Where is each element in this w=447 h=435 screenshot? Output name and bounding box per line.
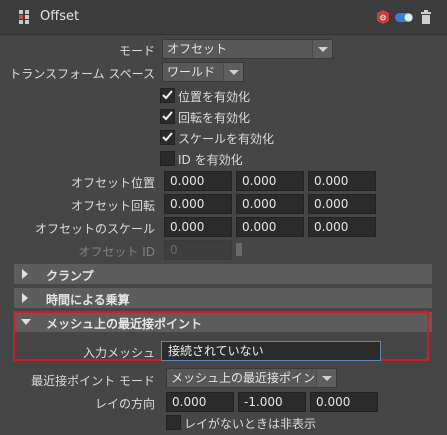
hide-without-ray-checkbox[interactable] bbox=[166, 415, 181, 430]
transform-space-value: ワールド bbox=[167, 65, 216, 79]
ray-direction-z[interactable]: 0.000 bbox=[310, 392, 378, 412]
node-header: Offset ⚙ bbox=[0, 0, 447, 35]
offset-rotation-label: オフセット回転 bbox=[70, 199, 155, 213]
ray-direction-x[interactable]: 0.000 bbox=[166, 392, 234, 412]
enable-id-checkbox[interactable] bbox=[160, 151, 175, 166]
enable-rotation-label: 回転を有効化 bbox=[178, 111, 251, 125]
hide-without-ray-label: レイがないときは非表示 bbox=[184, 417, 317, 431]
chevron-down-icon bbox=[223, 63, 243, 81]
offset-position-z[interactable]: 0.000 bbox=[308, 171, 376, 191]
closest-point-mode-dropdown[interactable]: メッシュ上の最近接ポイント bbox=[166, 368, 337, 388]
trash-icon[interactable] bbox=[418, 9, 434, 25]
mode-label: モード bbox=[118, 44, 155, 58]
toggle-icon[interactable] bbox=[394, 9, 414, 25]
transform-space-dropdown[interactable]: ワールド bbox=[162, 62, 244, 82]
closest-point-mode-label: 最近接ポイント モード bbox=[31, 374, 155, 388]
offset-scale-z[interactable]: 0.000 bbox=[308, 217, 376, 237]
mode-dropdown[interactable]: オフセット bbox=[162, 39, 333, 59]
offset-id-slider[interactable] bbox=[236, 243, 242, 256]
input-mesh-label: 入力メッシュ bbox=[82, 346, 155, 360]
offset-rotation-x[interactable]: 0.000 bbox=[164, 194, 232, 214]
svg-text:⚙: ⚙ bbox=[379, 14, 386, 23]
section-clamp-label: クランプ bbox=[46, 269, 94, 283]
triangle-right-icon bbox=[22, 293, 28, 303]
section-clamp[interactable]: クランプ bbox=[14, 264, 432, 284]
input-mesh-field[interactable]: 接続されていない bbox=[161, 341, 381, 361]
chevron-down-icon bbox=[316, 369, 336, 387]
transform-space-label: トランスフォーム スペース bbox=[9, 67, 155, 81]
offset-id-label: オフセット ID bbox=[78, 245, 155, 259]
node-title: Offset bbox=[40, 9, 80, 24]
enable-rotation-checkbox[interactable] bbox=[160, 109, 175, 124]
closest-point-mode-value: メッシュ上の最近接ポイント bbox=[171, 371, 328, 385]
offset-scale-y[interactable]: 0.000 bbox=[236, 217, 304, 237]
ray-direction-y[interactable]: -1.000 bbox=[238, 392, 306, 412]
checkmark-icon bbox=[162, 111, 173, 121]
enable-scale-label: スケールを有効化 bbox=[178, 132, 275, 146]
offset-node-icon bbox=[19, 10, 29, 24]
enable-id-label: ID を有効化 bbox=[178, 153, 243, 167]
chevron-down-icon bbox=[312, 40, 332, 58]
offset-rotation-z[interactable]: 0.000 bbox=[308, 194, 376, 214]
checkmark-icon bbox=[162, 132, 173, 142]
section-time-multiply-label: 時間による乗算 bbox=[46, 293, 130, 307]
offset-position-y[interactable]: 0.000 bbox=[236, 171, 304, 191]
offset-scale-x[interactable]: 0.000 bbox=[164, 217, 232, 237]
enable-position-label: 位置を有効化 bbox=[178, 90, 251, 104]
offset-position-x[interactable]: 0.000 bbox=[164, 171, 232, 191]
offset-id-field[interactable]: 0 bbox=[164, 240, 232, 260]
offset-position-label: オフセット位置 bbox=[70, 176, 155, 190]
offset-rotation-y[interactable]: 0.000 bbox=[236, 194, 304, 214]
preset-icon[interactable]: ⚙ bbox=[375, 9, 391, 25]
enable-scale-checkbox[interactable] bbox=[160, 130, 175, 145]
mode-value: オフセット bbox=[167, 42, 228, 56]
enable-position-checkbox[interactable] bbox=[160, 88, 175, 103]
offset-scale-label: オフセットのスケール bbox=[34, 222, 155, 236]
checkmark-icon bbox=[162, 90, 173, 100]
section-time-multiply[interactable]: 時間による乗算 bbox=[14, 288, 432, 308]
ray-direction-label: レイの方向 bbox=[94, 397, 155, 411]
triangle-right-icon bbox=[22, 269, 28, 279]
